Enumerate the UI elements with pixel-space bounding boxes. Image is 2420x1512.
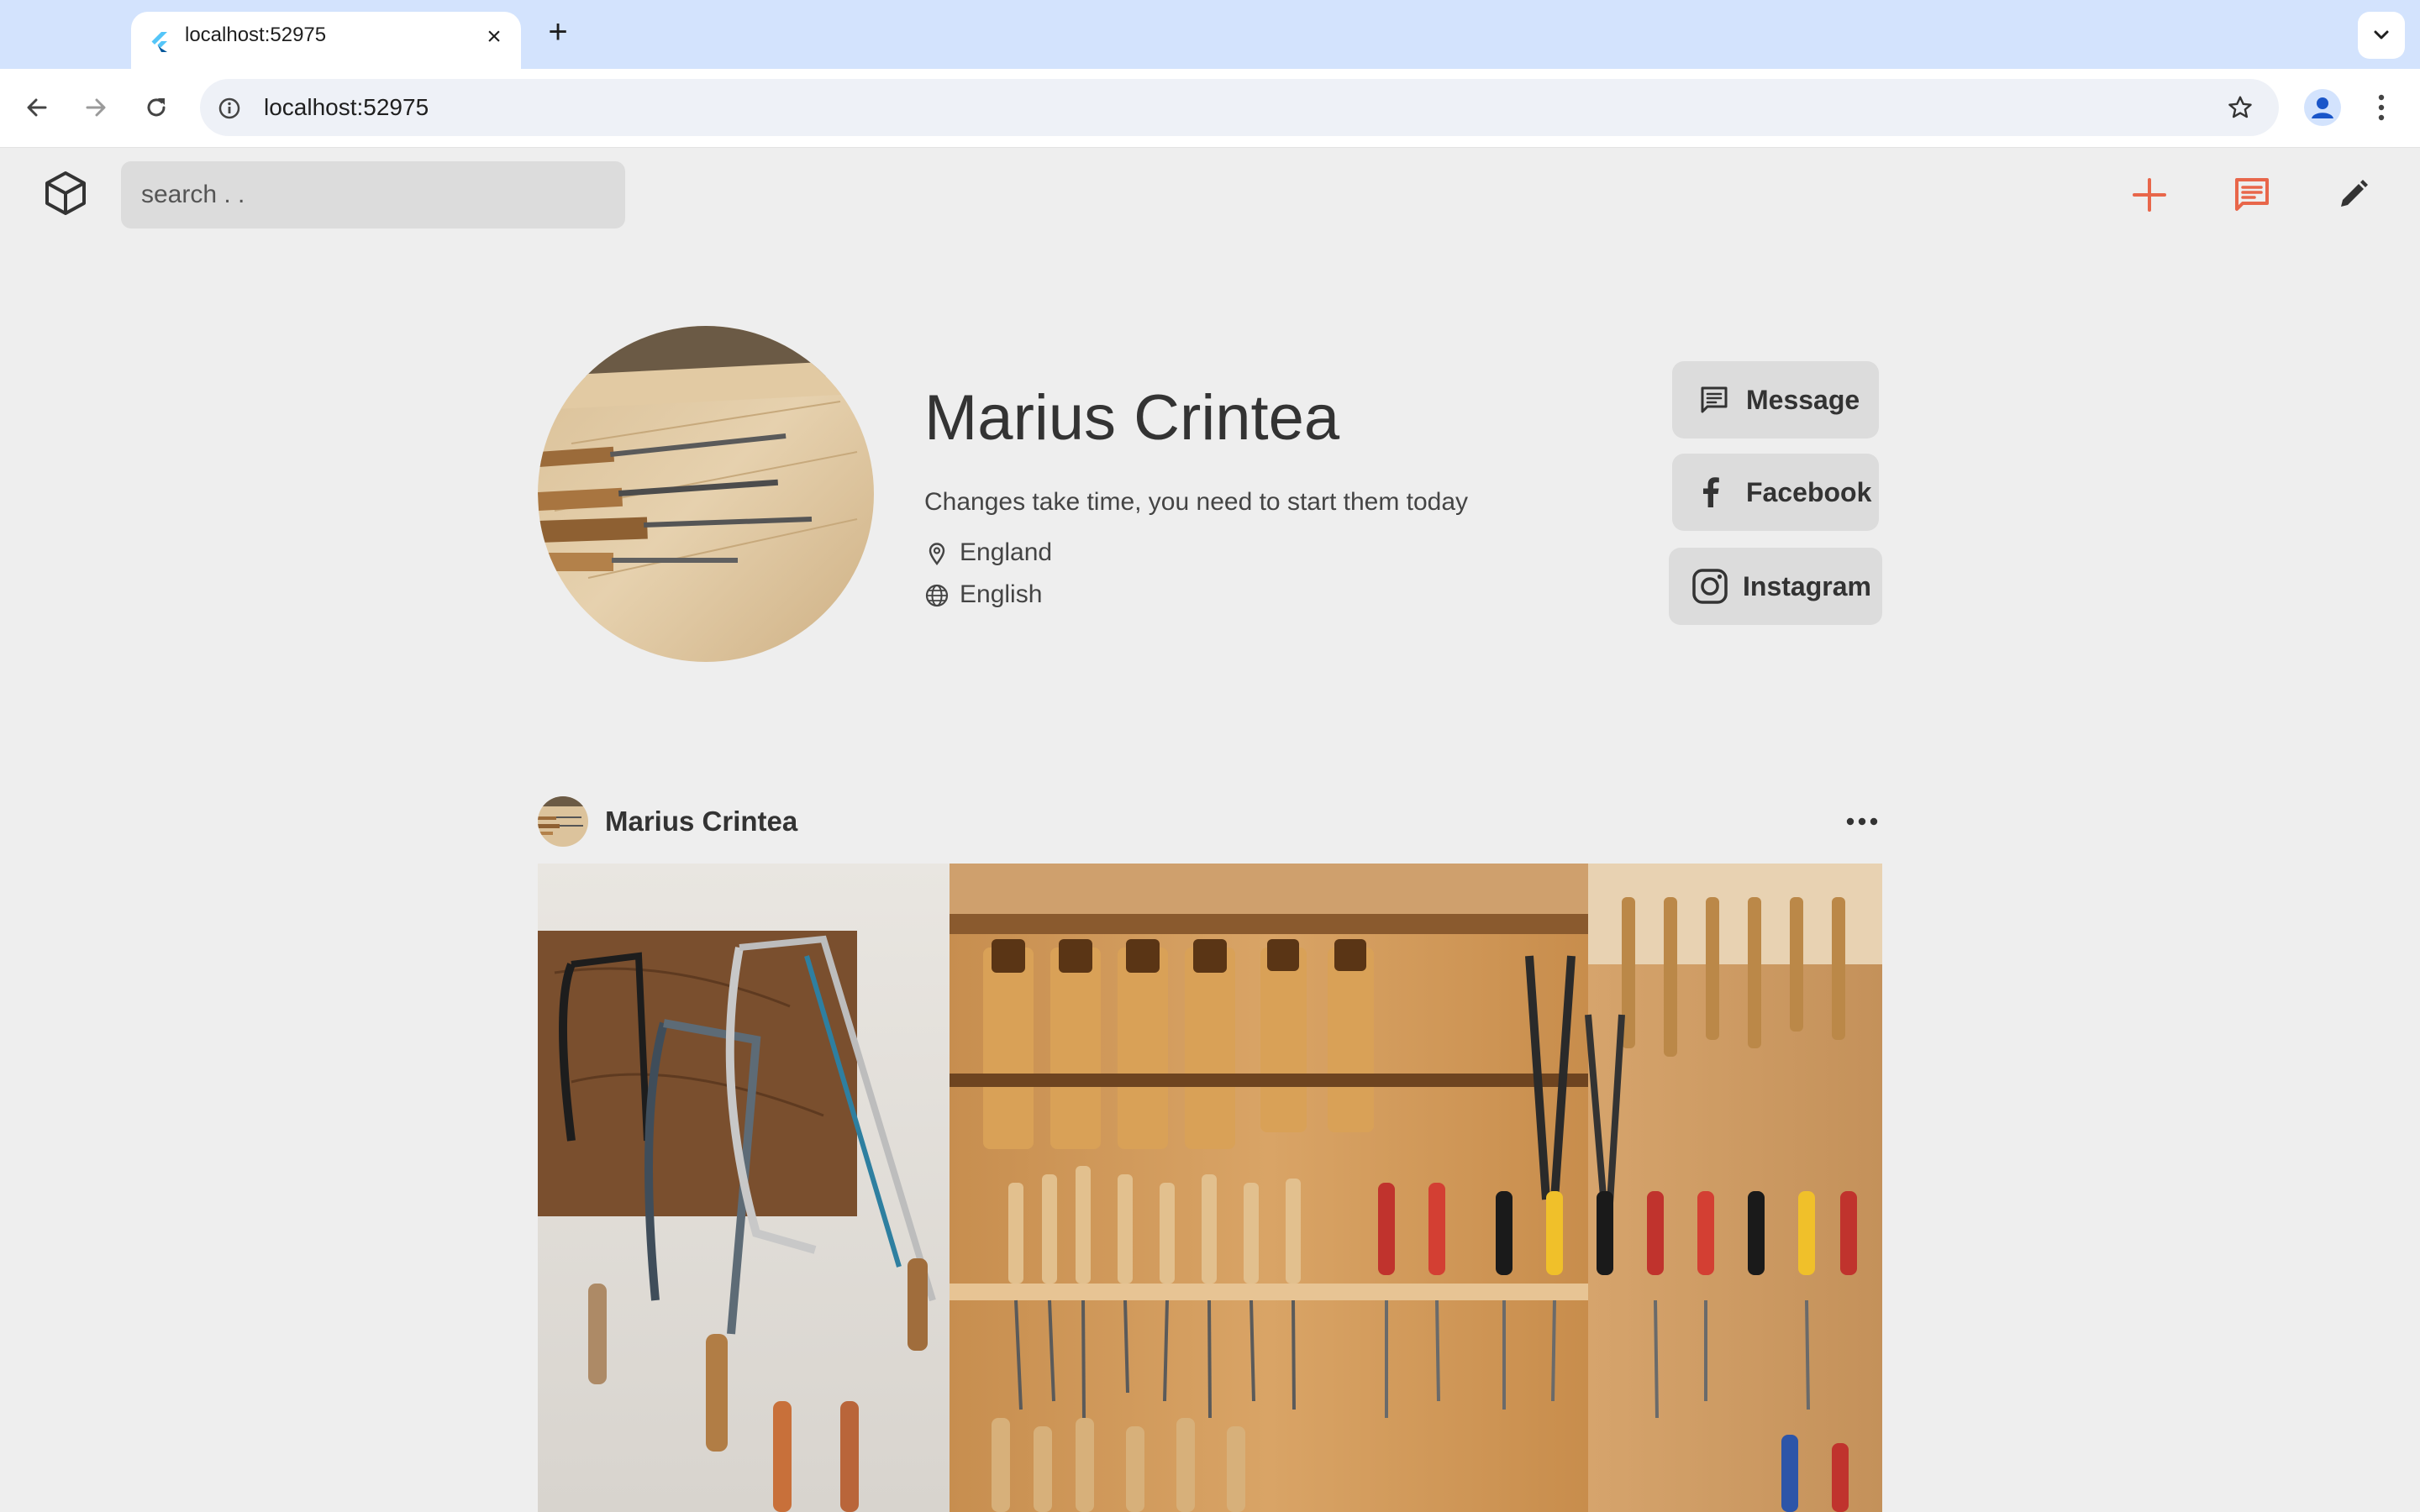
instagram-button[interactable]: Instagram xyxy=(1669,548,1882,625)
message-icon xyxy=(1701,386,1728,413)
search-input[interactable] xyxy=(121,161,625,228)
profile-bio: Changes take time, you need to start the… xyxy=(924,488,1469,516)
language-text: English xyxy=(960,580,1043,608)
post-image xyxy=(538,864,1882,1512)
tab-close-icon[interactable]: × xyxy=(482,24,506,50)
more-vertical-icon xyxy=(2378,94,2385,121)
chevron-down-icon xyxy=(2374,30,2389,39)
pencil-icon[interactable] xyxy=(2329,171,2376,218)
profile-avatar[interactable] xyxy=(2304,89,2341,126)
arrow-left-icon xyxy=(27,98,47,117)
back-button[interactable] xyxy=(18,89,55,126)
browser-tab[interactable]: localhost:52975 × xyxy=(131,12,521,69)
profile-avatar-image xyxy=(538,326,874,662)
more-horizontal-icon[interactable] xyxy=(1844,806,1881,837)
site-info-icon[interactable] xyxy=(217,96,242,121)
post-header: Marius Crintea xyxy=(538,796,1882,847)
plus-icon[interactable] xyxy=(2126,171,2173,218)
location-pin-icon xyxy=(929,543,945,566)
message-button[interactable]: Message xyxy=(1672,361,1879,438)
profile-name: Marius Crintea xyxy=(924,382,1340,454)
app-bar xyxy=(0,148,2420,240)
instagram-label: Instagram xyxy=(1743,571,1871,601)
forward-button[interactable] xyxy=(77,89,114,126)
facebook-button[interactable]: Facebook xyxy=(1672,454,1879,531)
browser-menu-button[interactable] xyxy=(2368,89,2395,126)
message-label: Message xyxy=(1746,385,1860,415)
workshop-tools-photo xyxy=(538,864,1882,1512)
cube-logo-icon[interactable] xyxy=(42,168,89,218)
chat-icon[interactable] xyxy=(2228,171,2275,218)
flutter-favicon-icon xyxy=(151,32,167,52)
post-author-avatar[interactable] xyxy=(538,796,588,847)
tab-title: localhost:52975 xyxy=(185,24,327,46)
globe-icon xyxy=(925,584,949,607)
person-icon xyxy=(2312,97,2333,118)
reload-button[interactable] xyxy=(138,89,175,126)
location-text: England xyxy=(960,538,1053,566)
arrow-right-icon xyxy=(86,98,106,117)
browser-toolbar: localhost:52975 xyxy=(0,69,2420,148)
browser-tabstrip: localhost:52975 × + xyxy=(0,0,2420,69)
bookmark-star-icon[interactable] xyxy=(2227,94,2254,121)
url-text[interactable]: localhost:52975 xyxy=(264,79,429,136)
post-author-name[interactable]: Marius Crintea xyxy=(605,796,797,847)
instagram-icon xyxy=(1692,569,1728,604)
chisels-thumbnail xyxy=(538,796,588,847)
chisels-photo xyxy=(538,326,874,662)
tab-search-button[interactable] xyxy=(2358,12,2405,59)
address-bar[interactable]: localhost:52975 xyxy=(200,79,2279,136)
reload-icon xyxy=(147,98,166,117)
facebook-label: Facebook xyxy=(1746,477,1872,507)
new-tab-button[interactable]: + xyxy=(541,15,575,49)
facebook-icon xyxy=(1703,477,1719,507)
